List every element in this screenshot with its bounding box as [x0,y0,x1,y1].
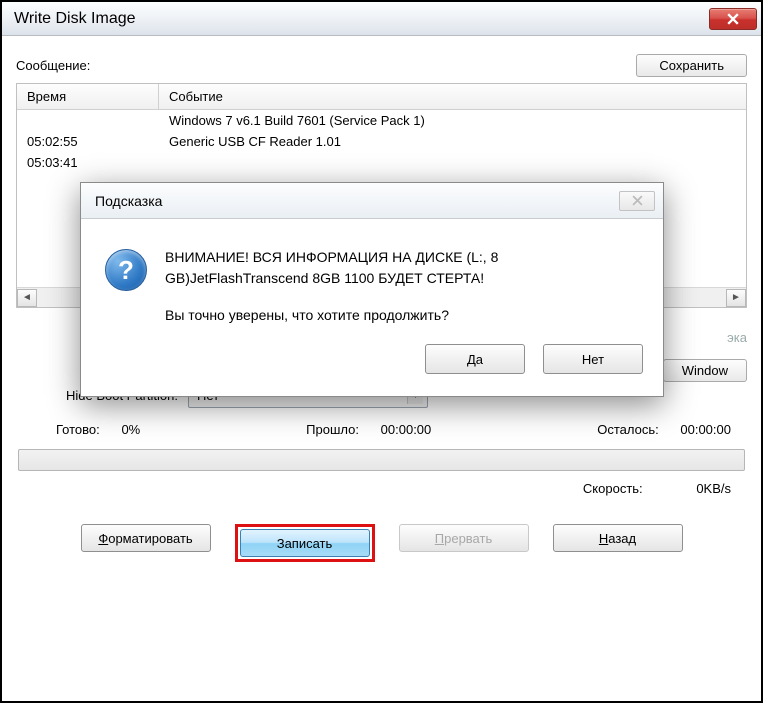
log-header: Время Событие [17,84,746,110]
speed-value: 0KB/s [696,481,731,496]
format-button[interactable]: Форматировать [81,524,211,552]
close-icon [727,13,739,25]
dialog-close-button[interactable] [619,191,655,211]
elapsed-value: 00:00:00 [381,422,432,437]
status-row: Готово: 0% Прошло: 00:00:00 Осталось: 00… [16,422,747,437]
elapsed-label: Прошло: [306,422,359,437]
question-icon: ? [105,249,147,291]
titlebar: Write Disk Image [2,2,761,36]
yes-button[interactable]: Да [425,344,525,374]
cell-event [159,152,746,173]
cell-time: 05:02:55 [17,131,159,152]
close-icon [632,195,643,206]
highlight-frame: Записать [235,524,375,562]
ready-value: 0% [121,422,140,437]
ready-label: Готово: [56,422,100,437]
no-button[interactable]: Нет [543,344,643,374]
abort-button: Прервать [399,524,529,552]
close-button[interactable] [709,8,757,30]
cell-event: Generic USB CF Reader 1.01 [159,131,746,152]
speed-label: Скорость: [583,481,643,496]
table-row[interactable]: 05:03:41 [17,152,746,173]
dialog-body: ? ВНИМАНИЕ! ВСЯ ИНФОРМАЦИЯ НА ДИСКЕ (L:,… [81,219,663,344]
confirm-dialog: Подсказка ? ВНИМАНИЕ! ВСЯ ИНФОРМАЦИЯ НА … [80,182,664,397]
log-body: Windows 7 v6.1 Build 7601 (Service Pack … [17,110,746,173]
cell-time [17,110,159,131]
dialog-text: ВНИМАНИЕ! ВСЯ ИНФОРМАЦИЯ НА ДИСКЕ (L:, 8… [165,247,639,326]
progress-bar [18,449,745,471]
dialog-line1: ВНИМАНИЕ! ВСЯ ИНФОРМАЦИЯ НА ДИСКЕ (L:, 8… [165,247,639,289]
dialog-line2: Вы точно уверены, что хотите продолжить? [165,305,639,326]
table-row[interactable]: 05:02:55 Generic USB CF Reader 1.01 [17,131,746,152]
scroll-right-icon[interactable]: ► [726,289,746,307]
remaining-value: 00:00:00 [680,422,731,437]
col-header-time[interactable]: Время [17,84,159,109]
button-row: Форматировать Записать Прервать Назад [16,524,747,562]
col-header-event[interactable]: Событие [159,84,746,109]
speed-row: Скорость: 0KB/s [16,481,747,496]
dialog-title: Подсказка [95,193,162,209]
main-window: Write Disk Image Сообщение: Сохранить Вр… [0,0,763,703]
cell-event: Windows 7 v6.1 Build 7601 (Service Pack … [159,110,746,131]
cell-time: 05:03:41 [17,152,159,173]
scroll-left-icon[interactable]: ◄ [17,289,37,307]
save-button[interactable]: Сохранить [636,54,747,77]
write-button[interactable]: Записать [240,529,370,557]
window-title: Write Disk Image [14,10,136,28]
windows-button[interactable]: Window [663,359,747,382]
dialog-titlebar: Подсказка [81,183,663,219]
back-button[interactable]: Назад [553,524,683,552]
message-label: Сообщение: [16,58,90,73]
dialog-buttons: Да Нет [81,344,663,396]
remaining-label: Осталось: [597,422,659,437]
table-row[interactable]: Windows 7 v6.1 Build 7601 (Service Pack … [17,110,746,131]
